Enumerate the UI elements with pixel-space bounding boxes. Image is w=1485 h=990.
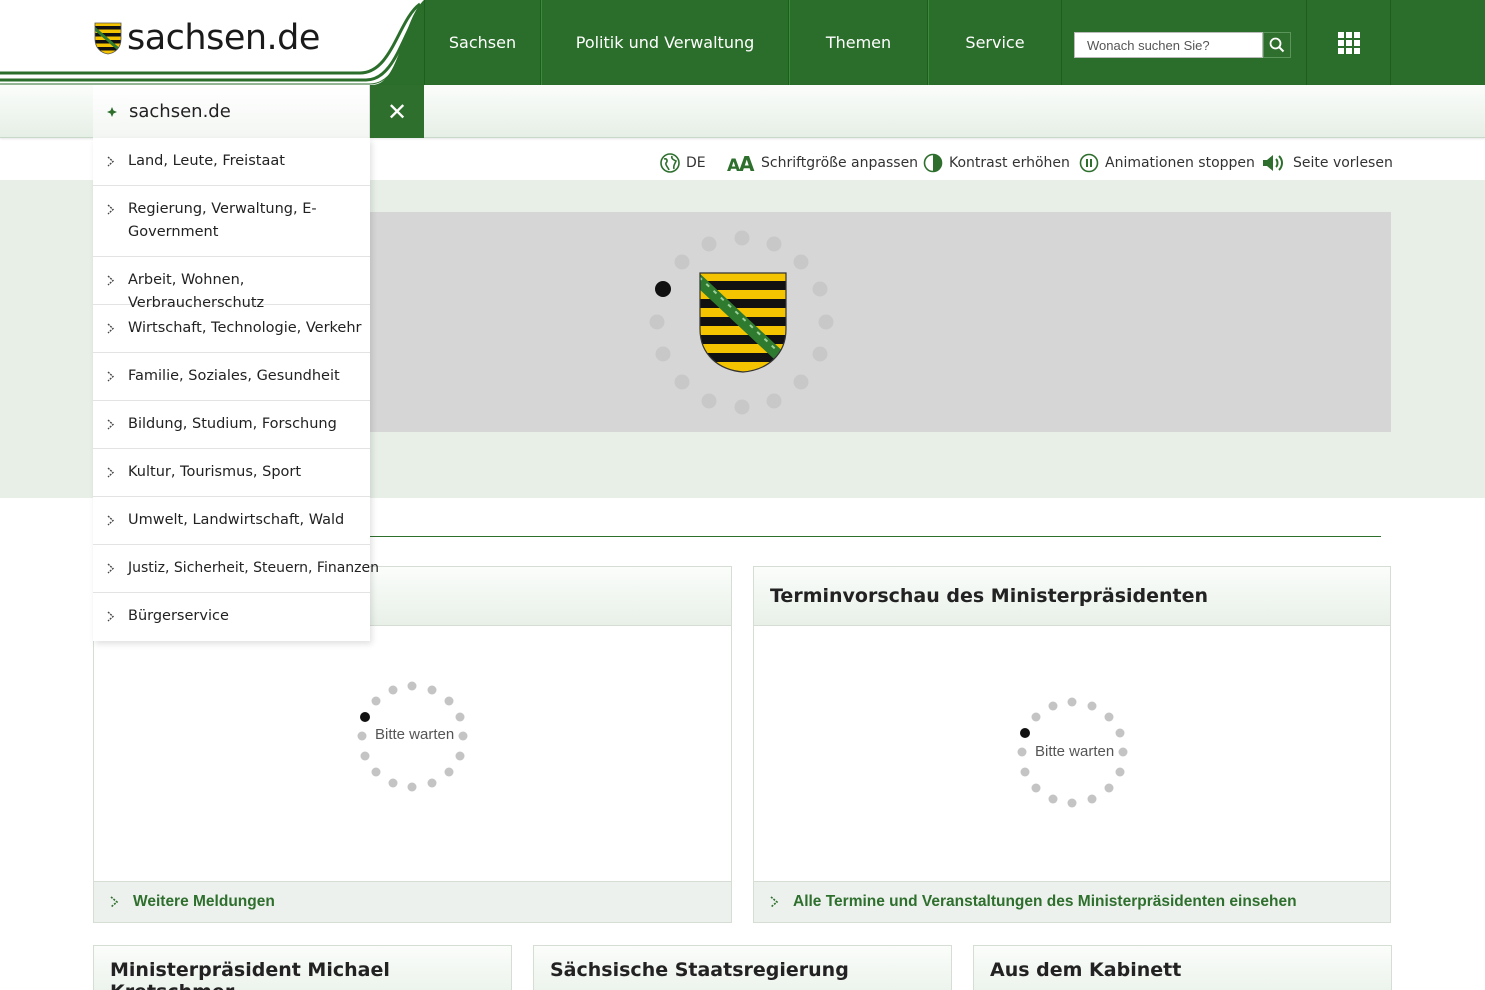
- chevron-right-icon: [107, 150, 128, 173]
- chevron-right-icon: [107, 605, 128, 628]
- close-menu-button[interactable]: ✕: [370, 85, 424, 138]
- contrast-button[interactable]: Kontrast erhöhen: [923, 150, 1070, 176]
- menu-item-umwelt[interactable]: Umwelt, Landwirtschaft, Wald: [93, 497, 370, 545]
- menu-item-familie[interactable]: Familie, Soziales, Gesundheit: [93, 353, 370, 401]
- menu-item-land-leute-freistaat[interactable]: Land, Leute, Freistaat: [93, 138, 370, 186]
- chevron-right-icon: [107, 461, 128, 484]
- loading-spinner-icon: [649, 230, 834, 415]
- menu-item-regierung-verwaltung[interactable]: Regierung, Verwaltung, E-Government: [93, 186, 370, 257]
- bottom-panel-kabinett[interactable]: Aus dem Kabinett: [973, 945, 1392, 990]
- saxony-coat-of-arms-icon: [94, 22, 122, 55]
- more-news-link[interactable]: Weitere Meldungen: [94, 881, 731, 922]
- read-aloud-button[interactable]: Seite vorlesen: [1261, 150, 1393, 176]
- all-appointments-link[interactable]: Alle Termine und Veranstaltungen des Min…: [754, 881, 1390, 922]
- apps-grid-icon: [1337, 31, 1360, 54]
- site-name: sachsen.de: [127, 18, 320, 58]
- menu-item-buergerservice[interactable]: Bürgerservice: [93, 593, 370, 641]
- chevron-right-icon: [110, 896, 119, 908]
- menu-item-label: Wirtschaft, Technologie, Verkehr: [128, 320, 362, 336]
- language-label: DE: [686, 155, 706, 171]
- close-icon: ✕: [386, 97, 408, 126]
- chevron-right-icon: [107, 413, 128, 436]
- chevron-right-icon: [107, 269, 128, 292]
- all-appointments-label: Alle Termine und Veranstaltungen des Min…: [793, 893, 1297, 910]
- globe-icon: [660, 153, 680, 173]
- leaf-icon: [107, 106, 117, 117]
- more-news-label: Weitere Meldungen: [133, 893, 275, 910]
- section-divider: [370, 536, 1381, 537]
- menu-item-label: Bürgerservice: [128, 608, 229, 624]
- nav-item-politik-und-verwaltung[interactable]: Politik und Verwaltung: [541, 0, 789, 85]
- menu-item-label: Bildung, Studium, Forschung: [128, 416, 337, 432]
- svg-text:A: A: [739, 153, 755, 173]
- menu-header[interactable]: sachsen.de: [93, 85, 370, 138]
- chevron-right-icon: [107, 557, 128, 580]
- bottom-panel-ministerpraesident[interactable]: Ministerpräsident Michael Kretschmer: [93, 945, 512, 990]
- menu-item-label: Umwelt, Landwirtschaft, Wald: [128, 512, 345, 528]
- site-header: sachsen.de Sachsen Politik und Verwaltun…: [0, 0, 1485, 85]
- stop-animations-button[interactable]: Animationen stoppen: [1079, 150, 1255, 176]
- menu-item-label: Land, Leute, Freistaat: [128, 153, 285, 169]
- read-aloud-label: Seite vorlesen: [1293, 155, 1393, 171]
- chevron-right-icon: [107, 509, 128, 532]
- menu-item-bildung[interactable]: Bildung, Studium, Forschung: [93, 401, 370, 449]
- chevron-right-icon: [107, 317, 128, 340]
- appointments-loading-text: Bitte warten: [1035, 743, 1115, 760]
- speaker-icon: [1263, 155, 1283, 171]
- contrast-icon: [923, 153, 943, 173]
- pause-icon: [1079, 153, 1099, 173]
- stop-animations-label: Animationen stoppen: [1105, 155, 1255, 171]
- search-form: [1074, 32, 1291, 58]
- menu-item-kultur[interactable]: Kultur, Tourismus, Sport: [93, 449, 370, 497]
- menu-item-label: Familie, Soziales, Gesundheit: [128, 368, 340, 384]
- main-navigation: Sachsen Politik und Verwaltung Themen Se…: [424, 0, 1062, 85]
- apps-menu-button[interactable]: [1306, 0, 1391, 85]
- contrast-label: Kontrast erhöhen: [949, 155, 1070, 171]
- menu-item-label: Arbeit, Wohnen, Verbraucherschutz: [128, 272, 265, 311]
- site-menu-dropdown: Land, Leute, Freistaat Regierung, Verwal…: [93, 138, 379, 641]
- menu-item-label: Regierung, Verwaltung, E-Government: [128, 201, 317, 240]
- font-size-label: Schriftgröße anpassen: [761, 155, 919, 171]
- chevron-right-icon: [107, 365, 128, 388]
- menu-item-label: Kultur, Tourismus, Sport: [128, 464, 302, 480]
- search-input[interactable]: [1074, 32, 1263, 58]
- chevron-right-icon: [107, 198, 128, 221]
- bottom-panel-staatsregierung[interactable]: Sächsische Staatsregierung: [533, 945, 952, 990]
- news-loading-text: Bitte warten: [375, 726, 455, 743]
- search-icon: [1269, 37, 1285, 53]
- search-button[interactable]: [1263, 32, 1291, 58]
- menu-title: sachsen.de: [129, 101, 231, 122]
- font-size-button[interactable]: A A Schriftgröße anpassen: [727, 150, 918, 176]
- nav-item-themen[interactable]: Themen: [789, 0, 928, 85]
- menu-item-justiz[interactable]: Justiz, Sicherheit, Steuern, Finanzen: [93, 545, 379, 593]
- nav-item-sachsen[interactable]: Sachsen: [424, 0, 541, 85]
- nav-item-service[interactable]: Service: [928, 0, 1062, 85]
- font-size-icon: A A: [727, 153, 755, 173]
- menu-item-arbeit-wohnen[interactable]: Arbeit, Wohnen, Verbraucherschutz: [93, 257, 370, 311]
- chevron-right-icon: [770, 896, 779, 908]
- language-switch[interactable]: DE: [660, 150, 706, 176]
- appointments-panel-title: Terminvorschau des Ministerpräsidenten: [754, 567, 1390, 626]
- site-logo[interactable]: sachsen.de: [93, 18, 320, 58]
- page: sachsen.de Sachsen Politik und Verwaltun…: [0, 0, 1485, 990]
- menu-item-label: Justiz, Sicherheit, Steuern, Finanzen: [128, 560, 380, 576]
